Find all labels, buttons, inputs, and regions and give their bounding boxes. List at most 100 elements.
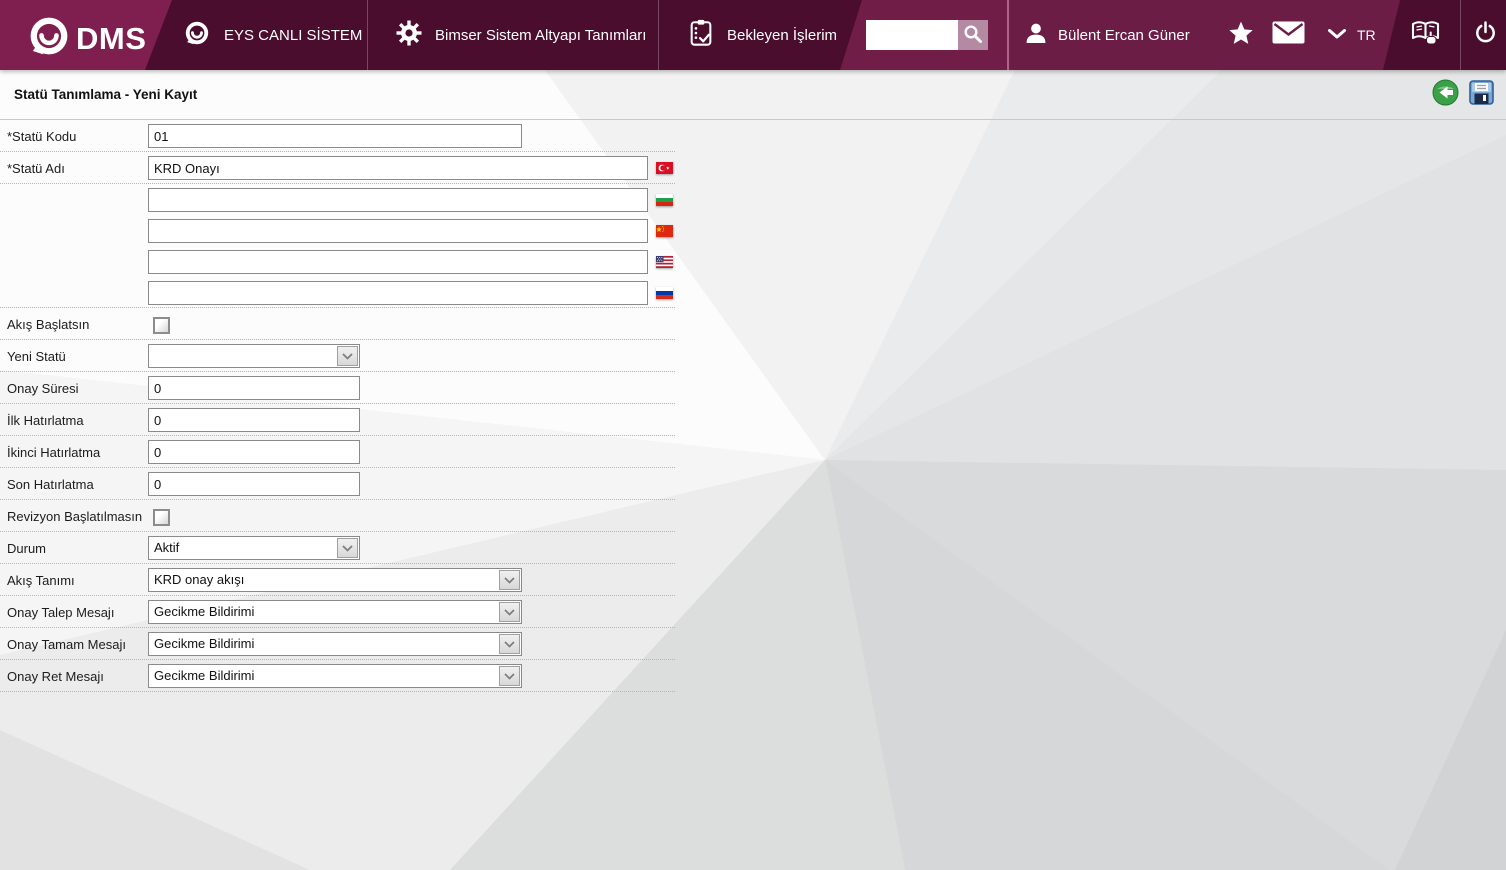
help-docs-button[interactable] <box>1410 0 1442 70</box>
language-code: TR <box>1357 27 1376 43</box>
statu-adi-ru-input[interactable] <box>148 281 648 305</box>
qdms-q-icon <box>26 13 72 64</box>
user-name: Bülent Ercan Güner <box>1058 26 1190 44</box>
field-label: İkinci Hatırlatma <box>7 445 101 460</box>
qdms-ring-icon <box>183 19 211 51</box>
row-revizyon-baslatilmasin: Revizyon Başlatılmasın <box>0 500 675 532</box>
select-value: Gecikme Bildirimi <box>154 604 255 619</box>
field-label: Yeni Statü <box>7 349 66 364</box>
nav-label: Bimser Sistem Altyapı Tanımları <box>435 26 647 44</box>
search-input[interactable] <box>866 20 958 50</box>
statu-kodu-input[interactable] <box>148 124 522 148</box>
back-button[interactable] <box>1432 79 1459 106</box>
statu-adi-cn-input[interactable] <box>148 219 648 243</box>
field-label: Durum <box>7 541 47 556</box>
nav-divider <box>1007 0 1009 70</box>
row-durum: Durum Aktif <box>0 532 675 564</box>
row-ikinci-hatirlatma: İkinci Hatırlatma <box>0 436 675 468</box>
field-label: Onay Tamam Mesajı <box>7 637 126 652</box>
akis-baslatsin-checkbox[interactable] <box>153 317 170 334</box>
nav-divider <box>1460 0 1461 70</box>
logout-button[interactable] <box>1472 0 1499 70</box>
status-definition-form: *Statü Kodu *Statü Adı <box>0 120 675 692</box>
akis-tanimi-select[interactable]: KRD onay akışı <box>148 568 522 592</box>
row-statu-adi-tr: *Statü Adı <box>0 152 675 184</box>
row-statu-kodu: *Statü Kodu <box>0 120 675 152</box>
field-label: *Statü Adı <box>7 161 65 176</box>
flag-turkey-icon <box>656 162 673 174</box>
flag-usa-icon <box>656 256 673 268</box>
row-akis-tanimi: Akış Tanımı KRD onay akışı <box>0 564 675 596</box>
nav-item-eys-canli-sistem[interactable]: EYS CANLI SİSTEM <box>183 0 362 70</box>
nav-item-bimser-altyapi[interactable]: Bimser Sistem Altyapı Tanımları <box>396 0 646 70</box>
messages-button[interactable] <box>1272 0 1305 70</box>
statu-adi-bg-input[interactable] <box>148 188 648 212</box>
nav-label: EYS CANLI SİSTEM <box>224 26 363 44</box>
page-header: Statü Tanımlama - Yeni Kayıt <box>0 70 1506 120</box>
ilk-hatirlatma-input[interactable] <box>148 408 360 432</box>
durum-select[interactable]: Aktif <box>148 536 360 560</box>
ikinci-hatirlatma-input[interactable] <box>148 440 360 464</box>
nav-label: Bekleyen İşlerim <box>727 26 838 44</box>
row-son-hatirlatma: Son Hatırlatma <box>0 468 675 500</box>
son-hatirlatma-input[interactable] <box>148 472 360 496</box>
chevron-down-icon <box>337 346 358 366</box>
row-ilk-hatirlatma: İlk Hatırlatma <box>0 404 675 436</box>
power-icon <box>1472 19 1499 51</box>
nav-divider <box>658 0 659 70</box>
save-button[interactable] <box>1468 79 1495 106</box>
chevron-down-icon <box>499 602 520 622</box>
book-hand-icon <box>1410 19 1442 52</box>
select-value: Aktif <box>154 540 180 555</box>
star-icon <box>1228 20 1254 51</box>
select-value: Gecikme Bildirimi <box>154 668 255 683</box>
row-yeni-statu: Yeni Statü <box>0 340 675 372</box>
select-value: KRD onay akışı <box>154 572 245 587</box>
onay-tamam-mesaji-select[interactable]: Gecikme Bildirimi <box>148 632 522 656</box>
search-button[interactable] <box>958 20 988 50</box>
flag-bulgaria-icon <box>656 194 673 206</box>
select-value: Gecikme Bildirimi <box>154 636 255 651</box>
nav-divider <box>367 0 368 70</box>
brand-text: DMS <box>76 20 147 56</box>
nav-item-bekleyen-islerim[interactable]: Bekleyen İşlerim <box>688 0 837 70</box>
search-icon <box>963 24 983 47</box>
qdms-app: DMS EYS CANLI SİSTEM Bimser Sistem Altya… <box>0 0 1506 870</box>
field-label: Son Hatırlatma <box>7 477 94 492</box>
row-onay-ret-mesaji: Onay Ret Mesajı Gecikme Bildirimi <box>0 660 675 692</box>
field-label: İlk Hatırlatma <box>7 413 84 428</box>
statu-adi-tr-input[interactable] <box>148 156 648 180</box>
field-label: *Statü Kodu <box>7 129 77 144</box>
top-navigation-bar: DMS EYS CANLI SİSTEM Bimser Sistem Altya… <box>0 0 1506 70</box>
field-label: Akış Başlatsın <box>7 317 90 332</box>
language-dropdown[interactable]: TR <box>1328 0 1376 70</box>
flag-china-icon <box>656 225 673 237</box>
row-statu-adi-languages <box>0 184 675 308</box>
row-onay-talep-mesaji: Onay Talep Mesajı Gecikme Bildirimi <box>0 596 675 628</box>
field-label: Revizyon Başlatılmasın <box>7 509 143 524</box>
chevron-down-icon <box>337 538 358 558</box>
row-akis-baslatsin: Akış Başlatsın <box>0 308 675 340</box>
favorites-button[interactable] <box>1228 0 1254 70</box>
chevron-down-icon <box>499 570 520 590</box>
mail-icon <box>1272 21 1305 49</box>
revizyon-baslatilmasin-checkbox[interactable] <box>153 509 170 526</box>
row-onay-tamam-mesaji: Onay Tamam Mesajı Gecikme Bildirimi <box>0 628 675 660</box>
row-onay-suresi: Onay Süresi <box>0 372 675 404</box>
flag-russia-icon <box>656 287 673 299</box>
user-menu[interactable]: Bülent Ercan Güner <box>1026 0 1190 70</box>
qdms-logo[interactable]: DMS <box>26 13 146 64</box>
clipboard-check-icon <box>688 19 714 51</box>
chevron-down-icon <box>499 634 520 654</box>
chevron-down-icon <box>499 666 520 686</box>
onay-talep-mesaji-select[interactable]: Gecikme Bildirimi <box>148 600 522 624</box>
gear-icon <box>396 20 422 50</box>
statu-adi-en-input[interactable] <box>148 250 648 274</box>
page-title: Statü Tanımlama - Yeni Kayıt <box>14 87 198 102</box>
onay-suresi-input[interactable] <box>148 376 360 400</box>
yeni-statu-select[interactable] <box>148 344 360 368</box>
field-label: Onay Talep Mesajı <box>7 605 115 620</box>
field-label: Onay Süresi <box>7 381 79 396</box>
user-icon <box>1026 23 1046 48</box>
onay-ret-mesaji-select[interactable]: Gecikme Bildirimi <box>148 664 522 688</box>
